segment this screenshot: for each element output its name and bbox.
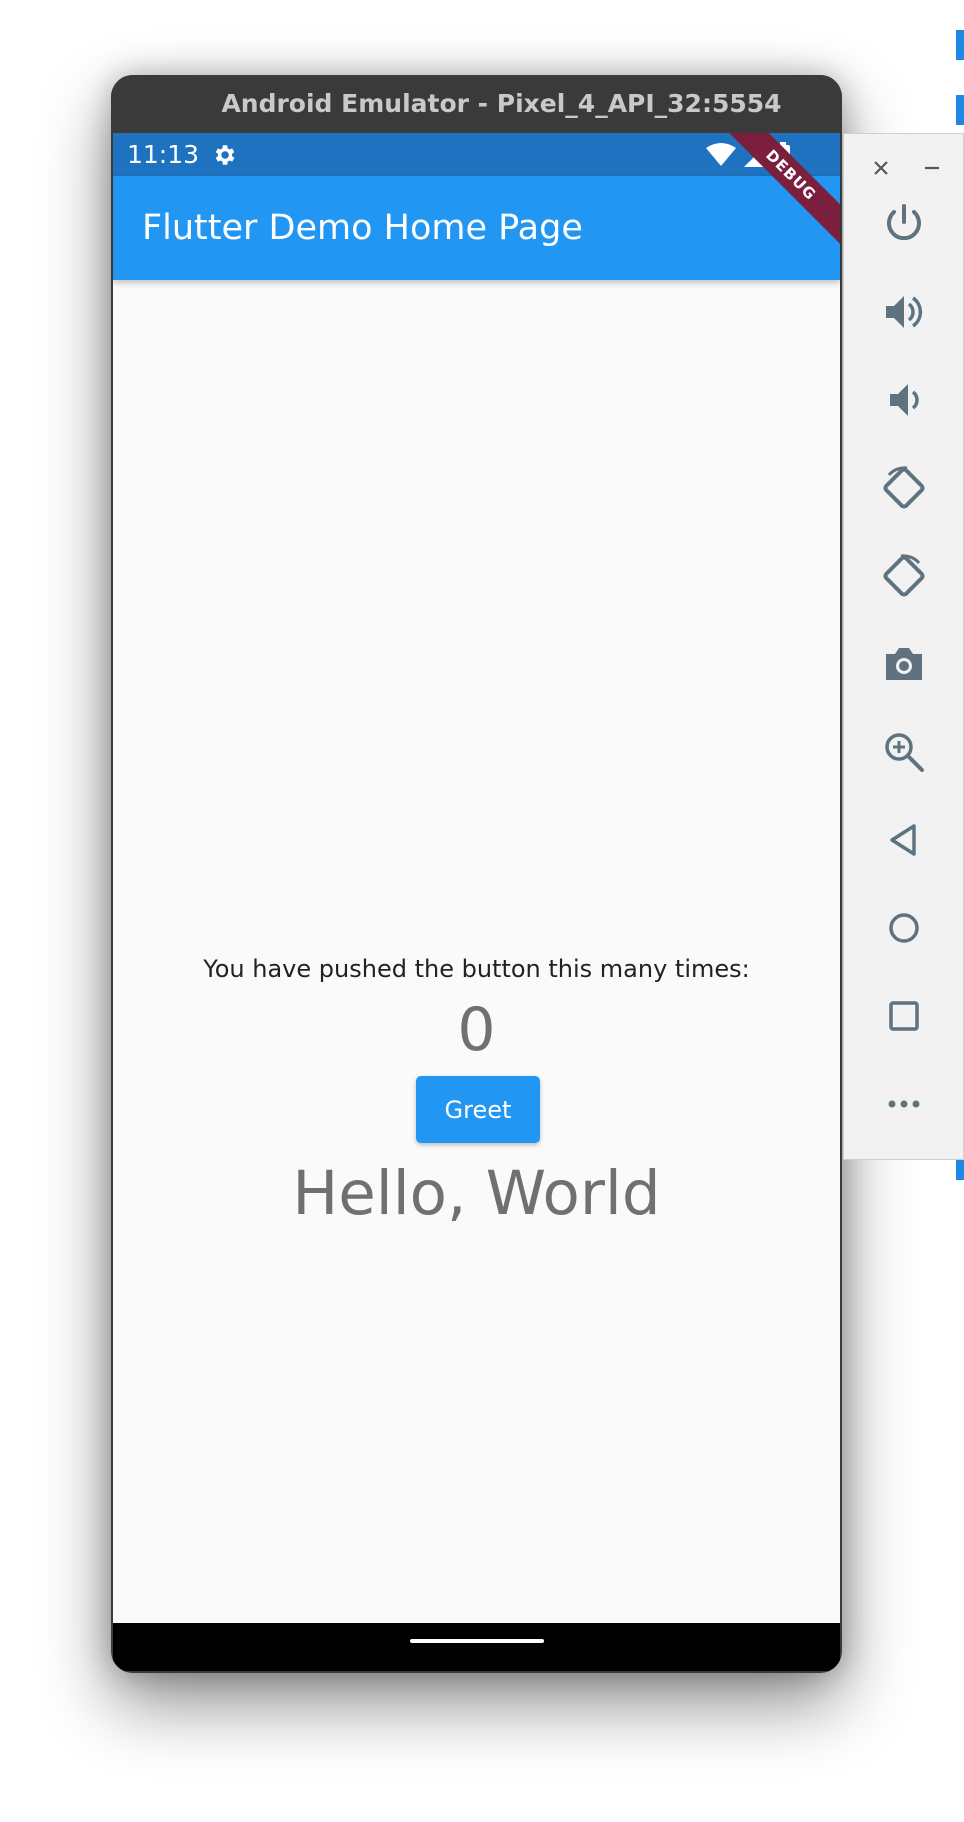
camera-icon (886, 648, 922, 680)
gesture-nav-bar (113, 1623, 840, 1671)
rotate-left-button[interactable] (874, 458, 934, 518)
wifi-icon (706, 143, 736, 166)
screenshot-button[interactable] (874, 634, 934, 694)
close-icon[interactable] (866, 148, 896, 188)
rotate-left-icon (883, 466, 925, 509)
counter-value: 0 (457, 995, 496, 1065)
settings-gear-icon (215, 144, 235, 165)
volume-down-button[interactable] (874, 370, 934, 430)
power-icon (887, 204, 921, 241)
app-title: Flutter Demo Home Page (142, 208, 583, 248)
power-button[interactable] (874, 194, 934, 254)
overview-button[interactable] (874, 986, 934, 1046)
zoom-in-icon (885, 733, 924, 772)
status-time: 11:13 (127, 140, 200, 169)
rotate-right-icon (883, 554, 925, 597)
rotate-right-button[interactable] (874, 546, 934, 606)
emulator-title: Android Emulator - Pixel_4_API_32:5554 (111, 75, 842, 131)
app-content: You have pushed the button this many tim… (113, 280, 840, 1671)
zoom-button[interactable] (874, 722, 934, 782)
greeting-text: Hello, World (292, 1158, 661, 1229)
overview-icon (889, 1001, 919, 1031)
toolbar-window-controls (844, 148, 963, 188)
home-button[interactable] (874, 898, 934, 958)
home-icon (889, 913, 919, 943)
desktop-edge-accent (956, 95, 964, 125)
home-gesture-pill[interactable] (410, 1639, 544, 1643)
minimize-icon[interactable] (917, 148, 947, 188)
back-icon (890, 824, 916, 856)
status-bar: 11:13 (113, 133, 840, 176)
more-icon (888, 1100, 920, 1108)
volume-down-icon (890, 384, 919, 416)
greet-button[interactable]: Greet (416, 1076, 540, 1143)
emulator-toolbar (843, 133, 964, 1160)
volume-up-button[interactable] (874, 282, 934, 342)
desktop-edge-accent (956, 30, 964, 60)
desktop-edge-accent (956, 1160, 964, 1180)
more-button[interactable] (874, 1074, 934, 1134)
back-button[interactable] (874, 810, 934, 870)
counter-label: You have pushed the button this many tim… (203, 955, 750, 983)
volume-up-icon (886, 296, 923, 328)
emulator-window: Android Emulator - Pixel_4_API_32:5554 1… (111, 75, 842, 1673)
device-screen[interactable]: 11:13 Flutter Demo Home Page DEBUG You h… (113, 133, 840, 1671)
app-bar: Flutter Demo Home Page (113, 176, 840, 280)
